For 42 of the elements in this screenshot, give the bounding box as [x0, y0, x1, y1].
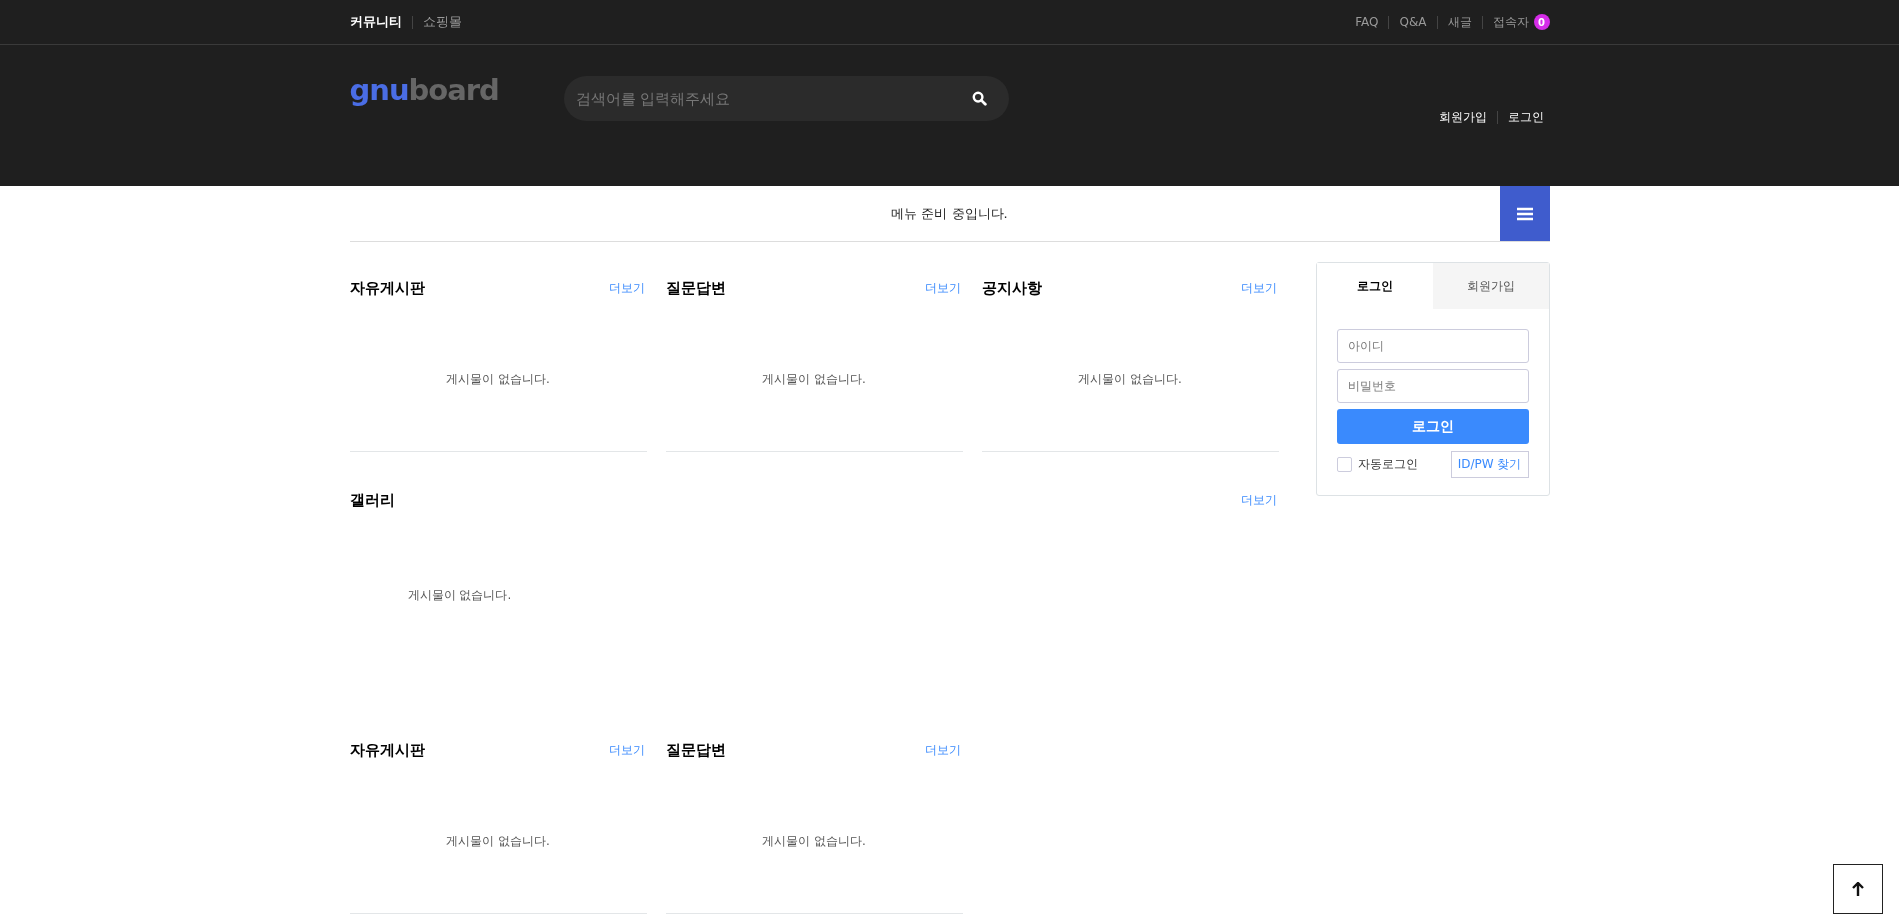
top-link[interactable]: Q&A: [1399, 15, 1427, 29]
top-link[interactable]: 새글: [1447, 13, 1472, 31]
more-link[interactable]: 더보기: [924, 741, 963, 759]
visitor-count-badge: 0: [1533, 14, 1550, 30]
scroll-top-button[interactable]: [1833, 864, 1883, 914]
more-link[interactable]: 더보기: [924, 279, 963, 297]
menu-icon: [1516, 206, 1533, 221]
empty-message: 게시물이 없습니다.: [446, 371, 550, 388]
auto-login-label[interactable]: 자동로그인: [1357, 456, 1418, 473]
empty-message: 게시물이 없습니다.: [762, 371, 866, 388]
top-nav-link[interactable]: 커뮤니티: [349, 13, 402, 31]
login-button[interactable]: 로그인: [1336, 409, 1529, 444]
board-title[interactable]: 갤러리: [349, 490, 395, 510]
login-tab[interactable]: 회원가입: [1432, 263, 1549, 309]
board-title[interactable]: 공지사항: [981, 278, 1042, 298]
search-field[interactable]: 검색어를 입력해주세요: [563, 76, 1009, 121]
member-link[interactable]: 로그인: [1507, 109, 1544, 126]
logo[interactable]: gnuboard: [349, 73, 540, 107]
search-icon[interactable]: [971, 91, 987, 106]
more-link[interactable]: 더보기: [1240, 279, 1279, 297]
top-link[interactable]: FAQ: [1355, 15, 1379, 29]
password-field[interactable]: 비밀번호: [1336, 369, 1529, 403]
empty-message: 게시물이 없습니다.: [762, 833, 866, 850]
top-link[interactable]: 접속자: [1492, 13, 1529, 31]
board-title[interactable]: 자유게시판: [349, 740, 425, 760]
find-account-button[interactable]: ID/PW 찾기: [1450, 451, 1529, 478]
more-link[interactable]: 더보기: [1240, 491, 1279, 509]
board-title[interactable]: 질문답변: [665, 740, 726, 760]
more-link[interactable]: 더보기: [608, 279, 647, 297]
board-title[interactable]: 자유게시판: [349, 278, 425, 298]
menu-notice: 메뉴 준비 중입니다.: [891, 204, 1008, 223]
menu-button[interactable]: [1499, 186, 1550, 241]
empty-message: 게시물이 없습니다.: [1078, 371, 1182, 388]
empty-message: 게시물이 없습니다.: [446, 833, 550, 850]
empty-message: 게시물이 없습니다.: [407, 586, 512, 604]
more-link[interactable]: 더보기: [608, 741, 647, 759]
id-field[interactable]: 아이디: [1336, 329, 1529, 363]
up-arrow-icon: [1852, 882, 1864, 896]
auto-login-checkbox[interactable]: [1336, 457, 1352, 472]
member-link[interactable]: 회원가입: [1438, 109, 1487, 126]
top-nav-link[interactable]: 쇼핑몰: [422, 13, 462, 31]
board-title[interactable]: 질문답변: [665, 278, 726, 298]
